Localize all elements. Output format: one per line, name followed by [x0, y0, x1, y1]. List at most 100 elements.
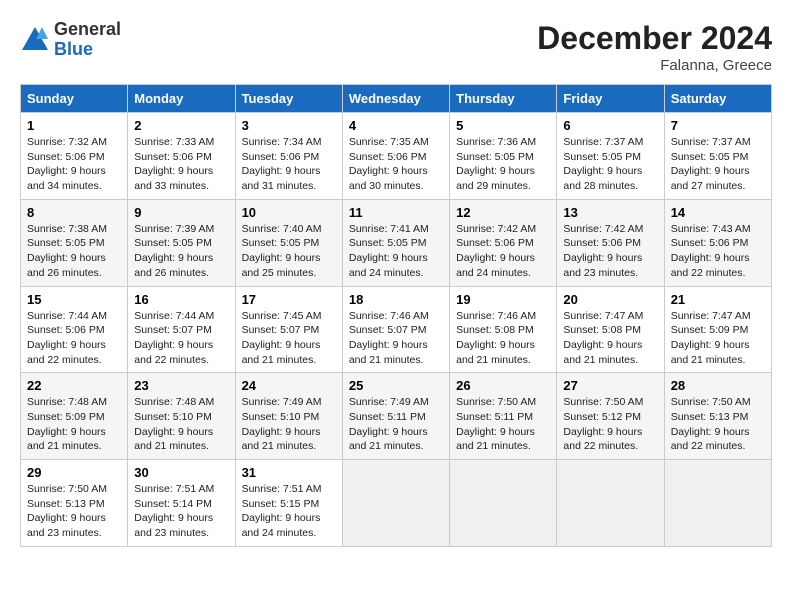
day-info: Sunrise: 7:44 AMSunset: 5:07 PMDaylight:…: [134, 309, 228, 368]
calendar-cell: 9 Sunrise: 7:39 AMSunset: 5:05 PMDaylight…: [128, 199, 235, 286]
calendar-cell: 31 Sunrise: 7:51 AMSunset: 5:15 PMDayligh…: [235, 460, 342, 547]
day-number: 24: [242, 378, 336, 393]
calendar-cell: 24 Sunrise: 7:49 AMSunset: 5:10 PMDayligh…: [235, 373, 342, 460]
day-info: Sunrise: 7:34 AMSunset: 5:06 PMDaylight:…: [242, 135, 336, 194]
day-info: Sunrise: 7:51 AMSunset: 5:15 PMDaylight:…: [242, 482, 336, 541]
day-number: 9: [134, 205, 228, 220]
calendar-cell: [664, 460, 771, 547]
day-info: Sunrise: 7:37 AMSunset: 5:05 PMDaylight:…: [671, 135, 765, 194]
logo: General Blue: [20, 20, 121, 60]
day-info: Sunrise: 7:42 AMSunset: 5:06 PMDaylight:…: [456, 222, 550, 281]
calendar-cell: 15Sunrise: 7:44 AMSunset: 5:06 PMDayligh…: [21, 286, 128, 373]
calendar-cell: 8 Sunrise: 7:38 AMSunset: 5:05 PMDaylight…: [21, 199, 128, 286]
weekday-header-monday: Monday: [128, 85, 235, 113]
day-number: 3: [242, 118, 336, 133]
day-number: 28: [671, 378, 765, 393]
day-info: Sunrise: 7:35 AMSunset: 5:06 PMDaylight:…: [349, 135, 443, 194]
calendar-cell: 10 Sunrise: 7:40 AMSunset: 5:05 PMDayligh…: [235, 199, 342, 286]
day-info: Sunrise: 7:50 AMSunset: 5:13 PMDaylight:…: [27, 482, 121, 541]
day-number: 29: [27, 465, 121, 480]
day-info: Sunrise: 7:37 AMSunset: 5:05 PMDaylight:…: [563, 135, 657, 194]
day-number: 2: [134, 118, 228, 133]
week-row-5: 29 Sunrise: 7:50 AMSunset: 5:13 PMDayligh…: [21, 460, 772, 547]
day-number: 8: [27, 205, 121, 220]
day-number: 19: [456, 292, 550, 307]
calendar-cell: 18 Sunrise: 7:46 AMSunset: 5:07 PMDayligh…: [342, 286, 449, 373]
day-number: 10: [242, 205, 336, 220]
day-number: 18: [349, 292, 443, 307]
calendar-cell: [342, 460, 449, 547]
calendar-cell: 28 Sunrise: 7:50 AMSunset: 5:13 PMDayligh…: [664, 373, 771, 460]
day-number: 21: [671, 292, 765, 307]
calendar-cell: 13Sunrise: 7:42 AMSunset: 5:06 PMDayligh…: [557, 199, 664, 286]
weekday-header-friday: Friday: [557, 85, 664, 113]
day-info: Sunrise: 7:38 AMSunset: 5:05 PMDaylight:…: [27, 222, 121, 281]
weekday-header-tuesday: Tuesday: [235, 85, 342, 113]
location: Falanna, Greece: [537, 57, 772, 74]
calendar-cell: 21 Sunrise: 7:47 AMSunset: 5:09 PMDayligh…: [664, 286, 771, 373]
calendar-cell: 11 Sunrise: 7:41 AMSunset: 5:05 PMDayligh…: [342, 199, 449, 286]
week-row-4: 22 Sunrise: 7:48 AMSunset: 5:09 PMDayligh…: [21, 373, 772, 460]
calendar-cell: 27 Sunrise: 7:50 AMSunset: 5:12 PMDayligh…: [557, 373, 664, 460]
day-number: 23: [134, 378, 228, 393]
day-info: Sunrise: 7:50 AMSunset: 5:12 PMDaylight:…: [563, 395, 657, 454]
day-number: 11: [349, 205, 443, 220]
calendar-cell: 7 Sunrise: 7:37 AMSunset: 5:05 PMDaylight…: [664, 113, 771, 200]
calendar-cell: 16 Sunrise: 7:44 AMSunset: 5:07 PMDayligh…: [128, 286, 235, 373]
day-info: Sunrise: 7:40 AMSunset: 5:05 PMDaylight:…: [242, 222, 336, 281]
calendar-cell: 19 Sunrise: 7:46 AMSunset: 5:08 PMDayligh…: [450, 286, 557, 373]
day-info: Sunrise: 7:41 AMSunset: 5:05 PMDaylight:…: [349, 222, 443, 281]
day-number: 25: [349, 378, 443, 393]
calendar-cell: 20Sunrise: 7:47 AMSunset: 5:08 PMDayligh…: [557, 286, 664, 373]
day-number: 7: [671, 118, 765, 133]
calendar-cell: 1Sunrise: 7:32 AMSunset: 5:06 PMDaylight…: [21, 113, 128, 200]
calendar-cell: 26 Sunrise: 7:50 AMSunset: 5:11 PMDayligh…: [450, 373, 557, 460]
weekday-header-saturday: Saturday: [664, 85, 771, 113]
day-info: Sunrise: 7:48 AMSunset: 5:10 PMDaylight:…: [134, 395, 228, 454]
day-number: 14: [671, 205, 765, 220]
calendar-cell: 5Sunrise: 7:36 AMSunset: 5:05 PMDaylight…: [450, 113, 557, 200]
day-info: Sunrise: 7:49 AMSunset: 5:11 PMDaylight:…: [349, 395, 443, 454]
day-info: Sunrise: 7:46 AMSunset: 5:07 PMDaylight:…: [349, 309, 443, 368]
day-number: 27: [563, 378, 657, 393]
logo-blue-text: Blue: [54, 40, 121, 60]
calendar-cell: [557, 460, 664, 547]
day-info: Sunrise: 7:47 AMSunset: 5:09 PMDaylight:…: [671, 309, 765, 368]
page-header: General Blue December 2024 Falanna, Gree…: [20, 20, 772, 74]
weekday-header-wednesday: Wednesday: [342, 85, 449, 113]
day-number: 17: [242, 292, 336, 307]
weekday-header-row: SundayMondayTuesdayWednesdayThursdayFrid…: [21, 85, 772, 113]
weekday-header-sunday: Sunday: [21, 85, 128, 113]
calendar-cell: 17 Sunrise: 7:45 AMSunset: 5:07 PMDayligh…: [235, 286, 342, 373]
day-info: Sunrise: 7:43 AMSunset: 5:06 PMDaylight:…: [671, 222, 765, 281]
day-info: Sunrise: 7:45 AMSunset: 5:07 PMDaylight:…: [242, 309, 336, 368]
day-info: Sunrise: 7:46 AMSunset: 5:08 PMDaylight:…: [456, 309, 550, 368]
day-number: 22: [27, 378, 121, 393]
day-info: Sunrise: 7:49 AMSunset: 5:10 PMDaylight:…: [242, 395, 336, 454]
day-number: 6: [563, 118, 657, 133]
day-info: Sunrise: 7:44 AMSunset: 5:06 PMDaylight:…: [27, 309, 121, 368]
day-number: 20: [563, 292, 657, 307]
week-row-2: 8 Sunrise: 7:38 AMSunset: 5:05 PMDaylight…: [21, 199, 772, 286]
day-number: 16: [134, 292, 228, 307]
day-number: 26: [456, 378, 550, 393]
day-info: Sunrise: 7:39 AMSunset: 5:05 PMDaylight:…: [134, 222, 228, 281]
calendar-cell: 3 Sunrise: 7:34 AMSunset: 5:06 PMDaylight…: [235, 113, 342, 200]
day-number: 30: [134, 465, 228, 480]
calendar-cell: 25 Sunrise: 7:49 AMSunset: 5:11 PMDayligh…: [342, 373, 449, 460]
day-number: 12: [456, 205, 550, 220]
day-number: 5: [456, 118, 550, 133]
week-row-1: 1Sunrise: 7:32 AMSunset: 5:06 PMDaylight…: [21, 113, 772, 200]
day-info: Sunrise: 7:48 AMSunset: 5:09 PMDaylight:…: [27, 395, 121, 454]
calendar-cell: 14 Sunrise: 7:43 AMSunset: 5:06 PMDayligh…: [664, 199, 771, 286]
calendar-cell: 12 Sunrise: 7:42 AMSunset: 5:06 PMDayligh…: [450, 199, 557, 286]
month-title: December 2024: [537, 20, 772, 57]
day-info: Sunrise: 7:50 AMSunset: 5:11 PMDaylight:…: [456, 395, 550, 454]
day-number: 31: [242, 465, 336, 480]
calendar-cell: [450, 460, 557, 547]
calendar-cell: 30Sunrise: 7:51 AMSunset: 5:14 PMDayligh…: [128, 460, 235, 547]
week-row-3: 15Sunrise: 7:44 AMSunset: 5:06 PMDayligh…: [21, 286, 772, 373]
day-info: Sunrise: 7:50 AMSunset: 5:13 PMDaylight:…: [671, 395, 765, 454]
day-info: Sunrise: 7:32 AMSunset: 5:06 PMDaylight:…: [27, 135, 121, 194]
calendar-cell: 6 Sunrise: 7:37 AMSunset: 5:05 PMDaylight…: [557, 113, 664, 200]
